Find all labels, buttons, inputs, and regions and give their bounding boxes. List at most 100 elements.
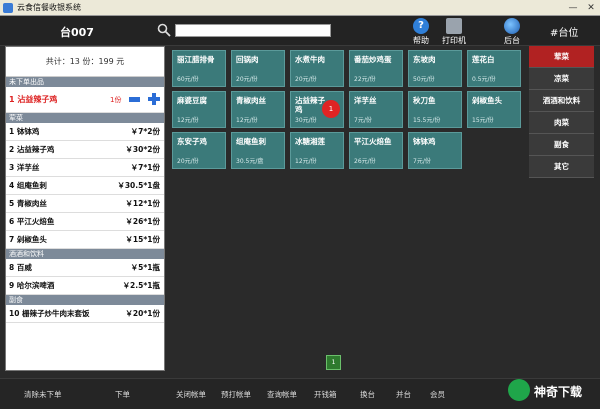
menu-tile-price: 7元/份 xyxy=(413,158,431,165)
category-item[interactable]: 副食 xyxy=(529,134,594,156)
menu-tile[interactable]: 组庵鱼刺 30.5元/盘 xyxy=(231,132,285,169)
order-row[interactable]: 7 剁椒鱼头 ￥15*1份 xyxy=(6,231,164,249)
menu-tile[interactable]: 平江火焙鱼 26元/份 xyxy=(349,132,403,169)
backend-label: 后台 xyxy=(504,36,520,45)
menu-tile-price: 50元/份 xyxy=(413,76,435,83)
menu-tile[interactable]: 回锅肉 20元/份 xyxy=(231,50,285,87)
bottom-button[interactable]: 预打帐单 xyxy=(221,389,251,400)
category-item[interactable]: 凉菜 xyxy=(529,68,594,90)
printer-button[interactable]: 打印机 xyxy=(438,18,470,46)
order-item-price: ￥15*1份 xyxy=(125,235,160,244)
menu-tile-name: 水煮牛肉 xyxy=(295,55,325,64)
bottom-button[interactable]: 并台 xyxy=(396,389,411,400)
order-item-price: ￥12*1份 xyxy=(125,199,160,208)
order-row[interactable]: 1 钵钵鸡 ￥7*2份 xyxy=(6,123,164,141)
menu-tile-price: 30元/份 xyxy=(295,117,317,124)
category-item[interactable]: 荤菜 xyxy=(529,46,594,68)
menu-tile-count-badge: 1 xyxy=(322,100,340,118)
menu-tile-price: 15元/份 xyxy=(472,117,494,124)
unsent-item-row[interactable]: 1 沾益辣子鸡 1份 xyxy=(6,87,164,113)
order-row[interactable]: 10 栅辣子炒牛肉末套饭 ￥20*1份 xyxy=(6,305,164,323)
menu-tile[interactable]: 莲花白 0.5元/份 xyxy=(467,50,521,87)
order-item-name: 1 钵钵鸡 xyxy=(9,127,40,136)
menu-tile-price: 15.5元/份 xyxy=(413,117,441,124)
brand-icon xyxy=(508,379,530,401)
close-button[interactable]: ✕ xyxy=(582,1,600,15)
increase-qty-button[interactable] xyxy=(148,93,160,105)
menu-tile-price: 20元/份 xyxy=(177,158,199,165)
menu-tile-price: 20元/份 xyxy=(236,76,258,83)
seat-label[interactable]: #台位 xyxy=(550,24,578,39)
menu-tile-price: 30.5元/盘 xyxy=(236,158,264,165)
search-icon[interactable] xyxy=(157,23,171,37)
menu-tile[interactable]: 剁椒鱼头 15元/份 xyxy=(467,91,521,128)
ordered-groups: 荤菜 1 钵钵鸡 ￥7*2份 2 沾益辣子鸡 ￥30*2份 3 洋芋丝 ￥7*1份 4 组庵鱼… xyxy=(6,113,164,323)
menu-tile[interactable]: 丽江腊排骨 60元/份 xyxy=(172,50,226,87)
order-row[interactable]: 6 平江火焙鱼 ￥26*1份 xyxy=(6,213,164,231)
order-item-name: 7 剁椒鱼头 xyxy=(9,235,47,244)
bottom-button[interactable]: 开钱箱 xyxy=(314,389,337,400)
bottom-button[interactable]: 查询帐单 xyxy=(267,389,297,400)
menu-tile[interactable]: 洋芋丝 7元/份 xyxy=(349,91,403,128)
bottom-button[interactable]: 下单 xyxy=(115,389,130,400)
page-button[interactable]: 1 xyxy=(326,355,341,370)
category-list: 荤菜 凉菜 酒酒和饮料 肉菜 副食 其它 xyxy=(529,46,594,178)
bottom-button[interactable]: 清除未下单 xyxy=(24,389,62,400)
order-item-name: 3 洋芋丝 xyxy=(9,163,40,172)
order-item-price: ￥7*1份 xyxy=(130,163,160,172)
order-item-name: 10 栅辣子炒牛肉末套饭 xyxy=(9,309,90,318)
menu-tile-name: 丽江腊排骨 xyxy=(177,55,215,64)
order-row[interactable]: 8 百威 ￥5*1瓶 xyxy=(6,259,164,277)
order-item-name: 8 百威 xyxy=(9,263,32,272)
order-item-price: ￥5*1瓶 xyxy=(130,263,160,272)
search-input[interactable] xyxy=(175,24,331,37)
category-item[interactable]: 肉菜 xyxy=(529,112,594,134)
order-item-price: ￥30.5*1盘 xyxy=(117,181,160,190)
backend-button[interactable]: 后台 xyxy=(496,18,528,46)
menu-tile-name: 沾益辣子鸡 xyxy=(295,96,325,114)
menu-tile-price: 7元/份 xyxy=(354,117,372,124)
category-item[interactable]: 酒酒和饮料 xyxy=(529,90,594,112)
menu-tile-price: 26元/份 xyxy=(354,158,376,165)
order-row[interactable]: 4 组庵鱼刺 ￥30.5*1盘 xyxy=(6,177,164,195)
order-group-header: 酒酒和饮料 xyxy=(6,249,164,259)
menu-tile[interactable]: 钵钵鸡 7元/份 xyxy=(408,132,462,169)
menu-tile[interactable]: 秋刀鱼 15.5元/份 xyxy=(408,91,462,128)
menu-tile[interactable]: 冰糖湘莲 12元/份 xyxy=(290,132,344,169)
menu-tile[interactable]: 东坡肉 50元/份 xyxy=(408,50,462,87)
menu-tile-name: 青椒肉丝 xyxy=(236,96,266,105)
bottom-button[interactable]: 关闭帐单 xyxy=(176,389,206,400)
order-item-price: ￥2.5*1瓶 xyxy=(122,281,160,290)
unsent-item-qty: 1份 xyxy=(110,95,122,104)
menu-tile-name: 番茄炒鸡蛋 xyxy=(354,55,392,64)
decrease-qty-button[interactable] xyxy=(129,97,140,102)
order-item-name: 5 青椒肉丝 xyxy=(9,199,47,208)
order-row[interactable]: 5 青椒肉丝 ￥12*1份 xyxy=(6,195,164,213)
order-row[interactable]: 2 沾益辣子鸡 ￥30*2份 xyxy=(6,141,164,159)
menu-tile-name: 组庵鱼刺 xyxy=(236,137,266,146)
bottom-button[interactable]: 换台 xyxy=(360,389,375,400)
menu-tile[interactable]: 东安子鸡 20元/份 xyxy=(172,132,226,169)
help-button[interactable]: ? 帮助 xyxy=(405,18,437,46)
menu-tile-name: 秋刀鱼 xyxy=(413,96,436,105)
category-item[interactable]: 其它 xyxy=(529,156,594,178)
menu-tile-price: 22元/份 xyxy=(354,76,376,83)
window-controls: — ✕ xyxy=(564,1,600,15)
menu-tile[interactable]: 麻婆豆腐 12元/份 xyxy=(172,91,226,128)
bottom-button[interactable]: 会员 xyxy=(430,389,445,400)
menu-tile-price: 0.5元/份 xyxy=(472,76,496,83)
order-row[interactable]: 9 哈尔滨啤酒 ￥2.5*1瓶 xyxy=(6,277,164,295)
order-item-name: 2 沾益辣子鸡 xyxy=(9,145,55,154)
order-item-name: 4 组庵鱼刺 xyxy=(9,181,47,190)
title-bar: 云食信餐收银系统 — ✕ xyxy=(0,0,600,16)
app-window: 云食信餐收银系统 — ✕ 台007 ? 帮助 打印机 后台 #台位 共计：13 … xyxy=(0,0,600,409)
menu-tile[interactable]: 水煮牛肉 20元/份 xyxy=(290,50,344,87)
menu-tile[interactable]: 沾益辣子鸡 30元/份 1 xyxy=(290,91,344,128)
menu-tile-name: 麻婆豆腐 xyxy=(177,96,207,105)
order-row[interactable]: 3 洋芋丝 ￥7*1份 xyxy=(6,159,164,177)
menu-tile[interactable]: 青椒肉丝 12元/份 xyxy=(231,91,285,128)
minimize-button[interactable]: — xyxy=(564,1,582,15)
menu-tile-name: 东坡肉 xyxy=(413,55,436,64)
menu-tile[interactable]: 番茄炒鸡蛋 22元/份 xyxy=(349,50,403,87)
menu-tile-name: 回锅肉 xyxy=(236,55,259,64)
